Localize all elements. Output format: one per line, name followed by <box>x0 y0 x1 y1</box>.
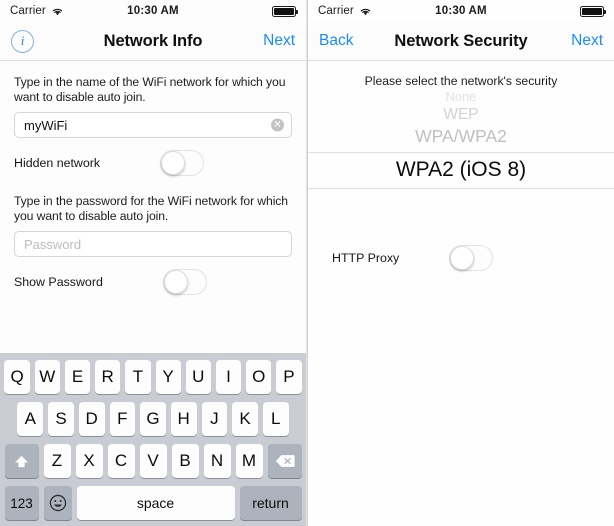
key-i[interactable]: I <box>215 360 242 394</box>
key-c[interactable]: C <box>107 444 135 478</box>
battery-full-icon <box>272 5 298 17</box>
picker-option-wpa-wpa2[interactable]: WPA/WPA2 <box>308 127 614 146</box>
key-x[interactable]: X <box>75 444 103 478</box>
password-instruction-label: Type in the password for the WiFi networ… <box>14 194 288 223</box>
key-g[interactable]: G <box>140 402 166 436</box>
shift-key[interactable] <box>4 444 39 478</box>
key-s[interactable]: S <box>48 402 74 436</box>
key-m[interactable]: M <box>235 444 263 478</box>
key-k[interactable]: K <box>232 402 258 436</box>
status-bar: Carrier 10:30 AM <box>308 0 614 22</box>
key-v[interactable]: V <box>139 444 167 478</box>
next-button[interactable]: Next <box>571 32 603 50</box>
security-picker[interactable]: None WEP WPA/WPA2 WPA2 (iOS 8) <box>308 90 614 189</box>
back-button[interactable]: Back <box>319 32 353 50</box>
keyboard-row-3: Z X C V B N M <box>2 444 304 478</box>
navigation-bar: Back Network Security Next <box>308 22 614 61</box>
on-screen-keyboard: Q W E R T Y U I O P A S D F G H J K L Z … <box>0 353 306 526</box>
show-password-row: Show Password <box>14 265 292 299</box>
page-title: Network Security <box>394 31 528 50</box>
hidden-network-row: Hidden network <box>14 146 292 180</box>
toggle-knob <box>163 270 188 294</box>
emoji-key[interactable] <box>43 486 72 520</box>
network-info-form: Type in the name of the WiFi network for… <box>0 61 306 299</box>
http-proxy-row: HTTP Proxy <box>308 245 614 271</box>
key-d[interactable]: D <box>78 402 105 436</box>
key-l[interactable]: L <box>262 402 289 436</box>
key-p[interactable]: P <box>276 360 302 394</box>
keyboard-row-1: Q W E R T Y U I O P <box>2 360 304 394</box>
shift-arrow-icon <box>14 455 29 467</box>
ssid-input-value: myWiFi <box>24 117 68 133</box>
picker-option-wpa2-ios8-selected[interactable]: WPA2 (iOS 8) <box>308 159 614 180</box>
status-bar-time: 10:30 AM <box>127 5 179 17</box>
phone-screen-network-info: Carrier 10:30 AM i Network Info Next Typ… <box>0 0 307 526</box>
status-bar-right <box>272 5 298 17</box>
emoji-smiley-icon <box>49 494 66 512</box>
keyboard-row-2: A S D F G H J K L <box>2 402 304 436</box>
key-h[interactable]: H <box>170 402 197 436</box>
ssid-input[interactable]: myWiFi ✕ <box>14 112 292 138</box>
key-b[interactable]: B <box>171 444 199 478</box>
key-a[interactable]: A <box>17 402 44 436</box>
password-input-placeholder: Password <box>24 236 82 252</box>
hidden-network-label: Hidden network <box>14 156 101 170</box>
key-z[interactable]: Z <box>43 444 71 478</box>
battery-full-icon <box>580 5 606 17</box>
navigation-bar: i Network Info Next <box>0 22 306 61</box>
key-t[interactable]: T <box>125 360 151 394</box>
key-e[interactable]: E <box>64 360 91 394</box>
key-j[interactable]: J <box>201 402 228 436</box>
status-bar-time: 10:30 AM <box>435 5 487 17</box>
key-o[interactable]: O <box>246 360 272 394</box>
key-q[interactable]: Q <box>4 360 30 394</box>
key-n[interactable]: N <box>203 444 231 478</box>
next-button[interactable]: Next <box>263 32 295 50</box>
numbers-key[interactable]: 123 <box>4 486 39 520</box>
toggle-knob <box>161 151 186 175</box>
backspace-icon <box>275 455 295 467</box>
info-glyph: i <box>20 33 25 48</box>
http-proxy-label: HTTP Proxy <box>332 251 400 265</box>
picker-option-none[interactable]: None <box>308 90 614 103</box>
status-bar-right <box>580 5 606 17</box>
dual-screenshot-container: Carrier 10:30 AM i Network Info Next Typ… <box>0 0 614 526</box>
toggle-knob <box>450 246 475 270</box>
return-key[interactable]: return <box>239 486 302 520</box>
picker-selection-band: WPA2 (iOS 8) <box>308 152 614 189</box>
phone-screen-network-security: Carrier 10:30 AM Back Network Security N… <box>307 0 614 526</box>
page-title: Network Info <box>103 31 203 50</box>
space-key[interactable]: space <box>76 486 235 520</box>
status-bar: Carrier 10:30 AM <box>0 0 306 22</box>
show-password-toggle[interactable] <box>162 269 207 295</box>
info-circle-icon[interactable]: i <box>11 29 34 53</box>
key-f[interactable]: F <box>109 402 136 436</box>
show-password-label: Show Password <box>14 275 103 289</box>
keyboard-row-4: 123 space return <box>2 486 304 520</box>
picker-option-wep[interactable]: WEP <box>308 107 614 123</box>
clear-circle-icon[interactable]: ✕ <box>271 118 284 132</box>
backspace-key[interactable] <box>267 444 302 478</box>
hidden-network-toggle[interactable] <box>160 150 205 176</box>
http-proxy-toggle[interactable] <box>449 245 494 271</box>
security-prompt-label: Please select the network's security <box>364 74 558 88</box>
password-input[interactable]: Password <box>14 231 292 257</box>
key-w[interactable]: W <box>34 360 60 394</box>
key-r[interactable]: R <box>95 360 121 394</box>
key-y[interactable]: Y <box>155 360 181 394</box>
ssid-instruction-label: Type in the name of the WiFi network for… <box>14 75 286 104</box>
key-u[interactable]: U <box>185 360 211 394</box>
